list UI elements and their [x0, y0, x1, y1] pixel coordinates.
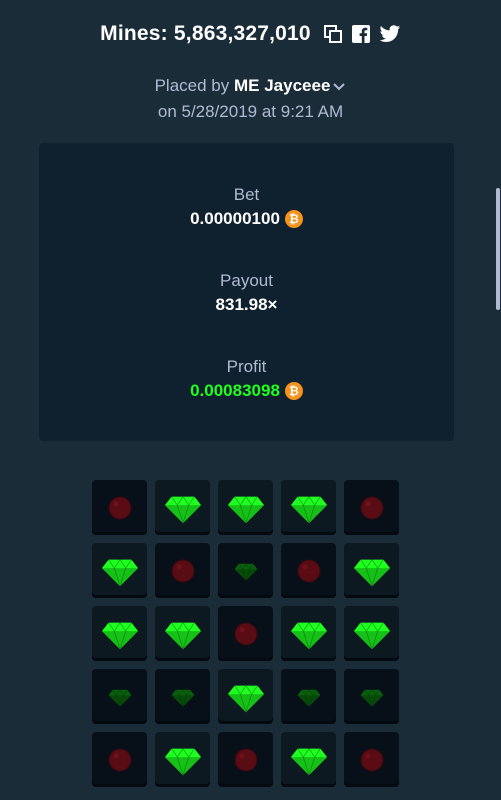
bitcoin-icon: ₿ — [284, 382, 303, 400]
bet-title: Mines: 5,863,327,010 — [100, 22, 311, 45]
gem-icon — [171, 685, 195, 709]
profit-value: 0.00083098 — [190, 381, 280, 400]
mine-icon — [107, 495, 133, 521]
gem-icon — [164, 489, 202, 527]
share-icons — [323, 24, 401, 44]
copy-icon[interactable] — [323, 24, 343, 44]
gem-icon — [101, 615, 139, 653]
board-tile — [281, 480, 336, 535]
board-tile — [92, 480, 147, 535]
gem-icon — [234, 559, 258, 583]
payout-label: Payout — [220, 271, 273, 290]
board-tile — [344, 543, 399, 598]
board-tile — [344, 606, 399, 661]
board-tile — [218, 543, 273, 598]
board-tile — [155, 669, 210, 724]
board-tile — [344, 669, 399, 724]
mine-icon — [233, 747, 259, 773]
board-tile — [281, 543, 336, 598]
gem-icon — [353, 615, 391, 653]
bet-stat: Bet 0.00000100 ₿ — [39, 185, 454, 229]
gem-icon — [227, 489, 265, 527]
gem-icon — [290, 741, 328, 779]
bet-date: on 5/28/2019 at 9:21 AM — [157, 102, 344, 121]
gem-icon — [360, 685, 384, 709]
mine-icon — [170, 558, 196, 584]
mines-board — [92, 480, 399, 787]
bitcoin-icon: ₿ — [284, 210, 303, 228]
board-tile — [344, 480, 399, 535]
board-tile — [92, 732, 147, 787]
gem-icon — [227, 678, 265, 716]
gem-icon — [353, 552, 391, 590]
gem-icon — [290, 615, 328, 653]
board-tile — [155, 606, 210, 661]
board-tile — [218, 669, 273, 724]
payout-value: 831.98× — [215, 295, 278, 314]
board-tile — [281, 606, 336, 661]
gem-icon — [101, 552, 139, 590]
username-link[interactable]: ME Jayceee — [234, 76, 330, 95]
bet-value: 0.00000100 — [190, 209, 280, 228]
payout-value-row: 831.98× — [39, 295, 454, 315]
mine-icon — [359, 495, 385, 521]
profit-label: Profit — [226, 357, 267, 376]
board-tile — [344, 732, 399, 787]
mine-icon — [107, 747, 133, 773]
board-tile — [155, 732, 210, 787]
placed-by-label: Placed by — [154, 76, 230, 95]
mine-icon — [296, 558, 322, 584]
board-tile — [92, 606, 147, 661]
placed-by-line: Placed by ME Jayceee — [0, 76, 501, 97]
payout-stat: Payout 831.98× — [39, 271, 454, 315]
gem-icon — [290, 489, 328, 527]
board-tile — [218, 480, 273, 535]
gem-icon — [108, 685, 132, 709]
board-tile — [155, 480, 210, 535]
mine-icon — [233, 621, 259, 647]
board-tile — [218, 606, 273, 661]
bet-value-row: 0.00000100 ₿ — [39, 209, 454, 229]
bet-details-modal: Mines: 5,863,327,010 Placed by ME Jaycee… — [0, 0, 501, 800]
board-tile — [92, 543, 147, 598]
facebook-icon[interactable] — [351, 24, 371, 44]
board-tile — [218, 732, 273, 787]
gem-icon — [164, 741, 202, 779]
twitter-icon[interactable] — [379, 24, 401, 44]
board-tile — [281, 669, 336, 724]
board-tile — [281, 732, 336, 787]
mine-icon — [359, 747, 385, 773]
board-tile — [92, 669, 147, 724]
bet-stats-panel: Bet 0.00000100 ₿ Payout 831.98× Profit 0… — [39, 143, 454, 441]
board-tile — [155, 543, 210, 598]
gem-icon — [297, 685, 321, 709]
profit-value-row: 0.00083098 ₿ — [39, 381, 454, 401]
chevron-down-icon[interactable] — [332, 77, 346, 97]
gem-icon — [164, 615, 202, 653]
bet-label: Bet — [233, 185, 260, 204]
profit-stat: Profit 0.00083098 ₿ — [39, 357, 454, 401]
modal-header: Mines: 5,863,327,010 — [0, 22, 501, 46]
scrollbar-thumb[interactable] — [496, 188, 500, 310]
